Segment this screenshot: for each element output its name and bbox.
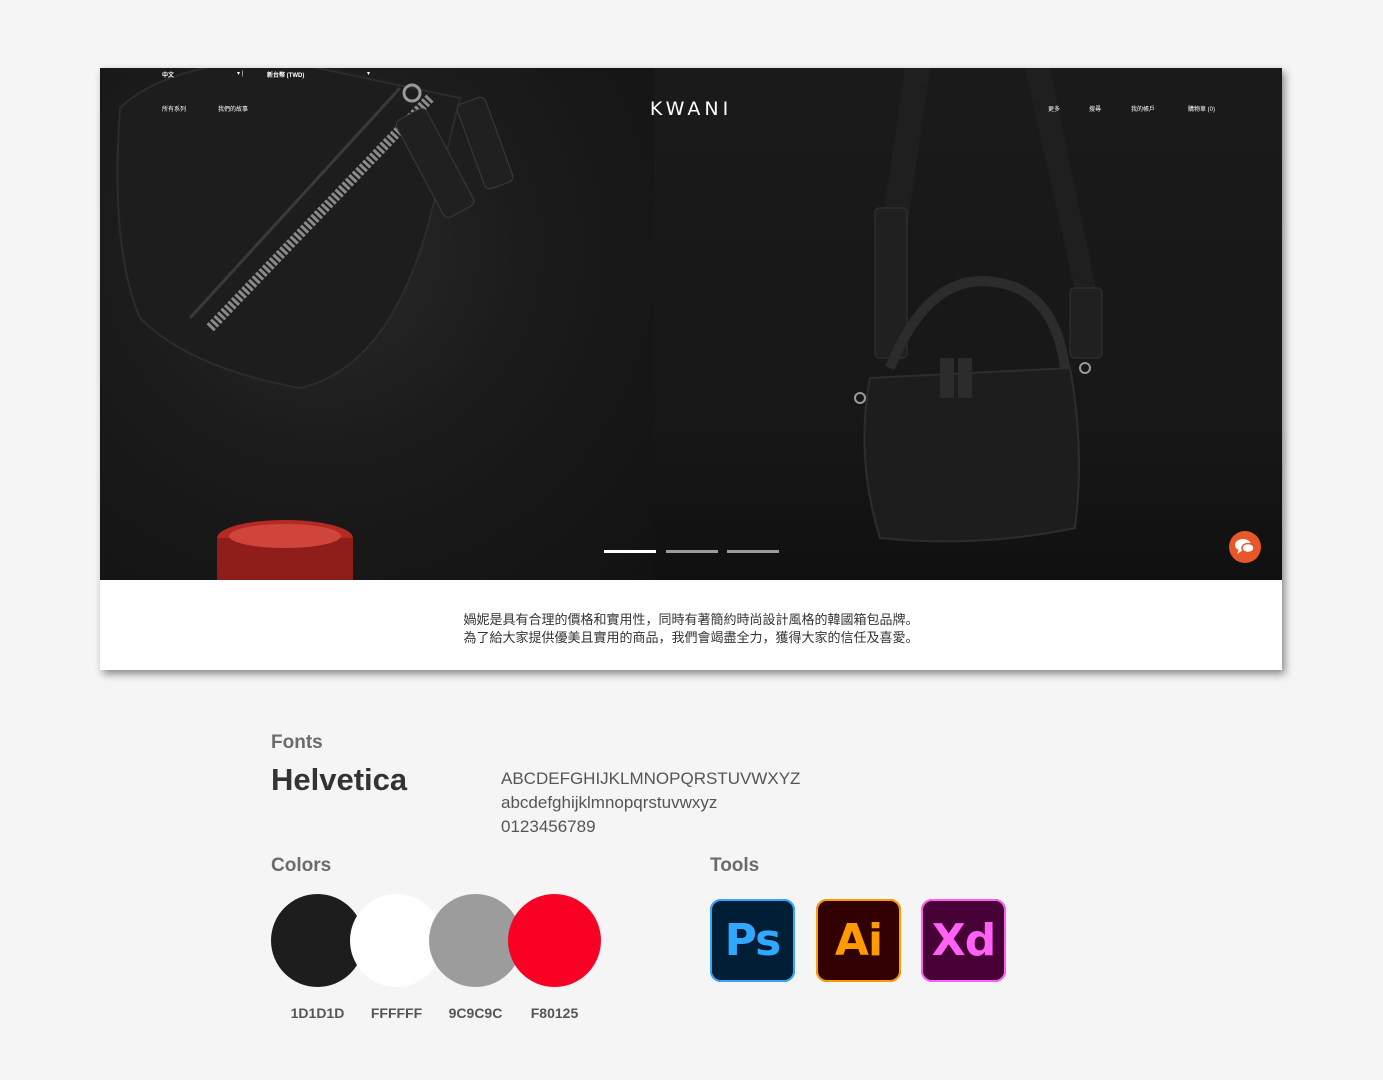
brand-logo[interactable]: KWANI: [100, 98, 1282, 120]
product-photo-illustration: [116, 68, 1103, 580]
chevron-down-icon[interactable]: ▾ |: [237, 70, 243, 77]
nav-link-search[interactable]: 搜尋: [1089, 104, 1101, 113]
illustrator-icon: Ai: [816, 899, 901, 982]
font-sample-digits: 0123456789: [501, 817, 596, 836]
hero-banner[interactable]: 中文 ▾ | 新台幣 (TWD) ▾ 所有系列 我們的故事 KWANI 更多 搜…: [100, 68, 1282, 580]
color-label-f80125: F80125: [530, 1005, 579, 1021]
nav-link-my-account[interactable]: 我的帳戶: [1131, 104, 1155, 113]
font-sample-uppercase: ABCDEFGHIJKLMNOPQRSTUVWXYZ: [501, 769, 801, 788]
language-select[interactable]: 中文: [162, 70, 174, 79]
currency-select[interactable]: 新台幣 (TWD): [267, 70, 304, 79]
photoshop-icon: Ps: [710, 899, 795, 982]
tools-heading: Tools: [710, 855, 760, 876]
color-swatch-f80125: [508, 894, 601, 987]
brand-intro: 媧妮是具有合理的價格和實用性，同時有著簡約時尚設計風格的韓國箱包品牌。 為了給大…: [100, 580, 1282, 670]
chevron-down-icon[interactable]: ▾: [367, 70, 370, 77]
colors-heading: Colors: [271, 855, 332, 876]
slide-indicator-2[interactable]: [666, 550, 718, 553]
slide-indicator-3[interactable]: [727, 550, 779, 553]
fonts-heading: Fonts: [271, 732, 323, 753]
intro-line-2: 為了給大家提供優美且實用的商品，我們會竭盡全力，獲得大家的信任及喜愛。: [463, 630, 919, 645]
nav-link-more[interactable]: 更多: [1048, 104, 1060, 113]
intro-line-1: 媧妮是具有合理的價格和實用性，同時有著簡約時尚設計風格的韓國箱包品牌。: [463, 612, 919, 627]
website-mockup: 中文 ▾ | 新台幣 (TWD) ▾ 所有系列 我們的故事 KWANI 更多 搜…: [100, 68, 1282, 670]
xd-icon: Xd: [921, 899, 1006, 982]
chat-icon: [1235, 539, 1255, 554]
nav-link-cart[interactable]: 購物車 (0): [1188, 104, 1215, 113]
chat-button[interactable]: [1229, 531, 1261, 563]
slide-indicator-1[interactable]: [604, 550, 656, 553]
font-sample-lowercase: abcdefghijklmnopqrstuvwxyz: [501, 793, 718, 812]
font-name: Helvetica: [271, 762, 408, 797]
